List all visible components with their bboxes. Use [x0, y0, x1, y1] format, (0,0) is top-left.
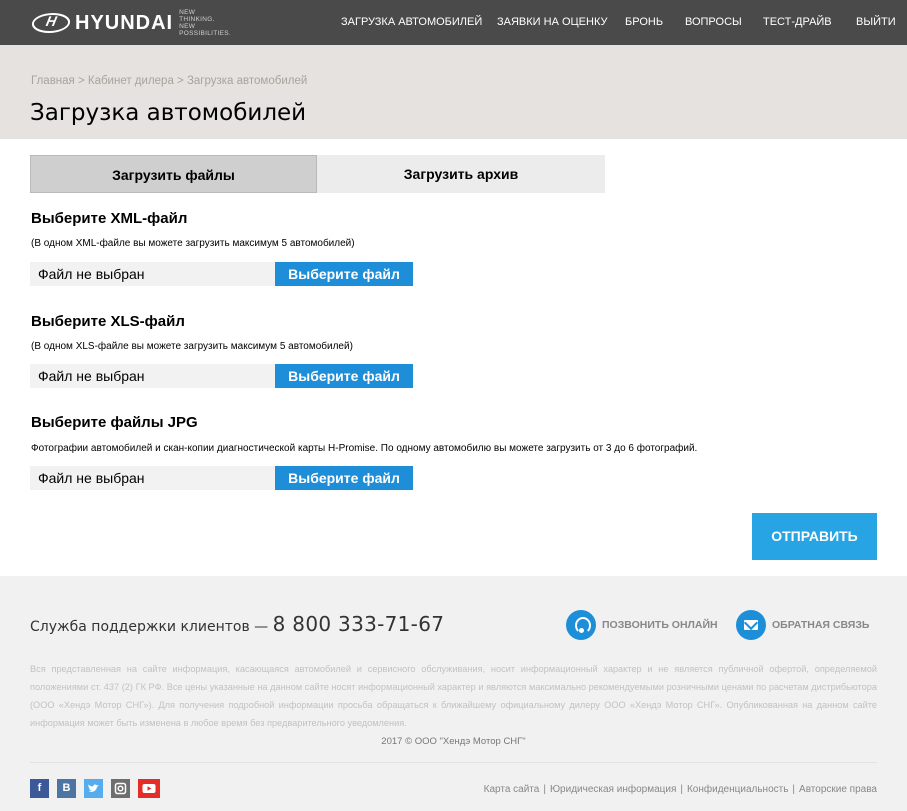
xls-choose-file-button[interactable]: Выберите файл: [275, 364, 413, 388]
breadcrumb[interactable]: Главная > Кабинет дилера > Загрузка авто…: [31, 75, 307, 87]
feedback-label: ОБРАТНАЯ СВЯЗЬ: [772, 619, 870, 631]
page-title: Загрузка автомобилей: [30, 100, 307, 126]
logo-tagline: NEW THINKING. NEW POSSIBILITIES.: [179, 9, 232, 37]
support-label: Служба поддержки клиентов —: [30, 619, 273, 635]
hyundai-logo[interactable]: HYUNDAI NEW THINKING. NEW POSSIBILITIES.: [29, 9, 232, 37]
footer-divider: [30, 762, 877, 763]
nav-questions[interactable]: ВОПРОСЫ: [685, 0, 742, 45]
copyright: 2017 © ООО "Хендэ Мотор СНГ": [381, 736, 526, 747]
jpg-file-status: Файл не выбран: [30, 466, 275, 490]
support-phone[interactable]: 8 800 333-71-67: [273, 612, 445, 636]
legal-disclaimer: Вся представленная на сайте информация, …: [30, 664, 877, 728]
call-online-button[interactable]: ПОЗВОНИТЬ ОНЛАЙН: [566, 610, 718, 640]
xls-file-status: Файл не выбран: [30, 364, 275, 388]
link-separator: |: [543, 784, 546, 795]
footer-links: Карта сайта | Юридическая информация | Конфи…: [484, 784, 877, 795]
jpg-section-title: Выберите файлы JPG: [31, 414, 198, 431]
top-nav-bar: HYUNDAI NEW THINKING. NEW POSSIBILITIES.…: [0, 0, 907, 45]
xml-section-title: Выберите XML-файл: [31, 210, 188, 227]
nav-reservations[interactable]: БРОНЬ: [625, 0, 663, 45]
envelope-icon: [736, 610, 766, 640]
xml-file-status: Файл не выбран: [30, 262, 275, 286]
nav-test-drive[interactable]: ТЕСТ-ДРАЙВ: [763, 0, 832, 45]
tab-upload-files[interactable]: Загрузить файлы: [30, 155, 317, 193]
submit-button[interactable]: ОТПРАВИТЬ: [752, 513, 877, 560]
link-legal-info[interactable]: Юридическая информация: [550, 784, 676, 795]
nav-logout[interactable]: ВЫЙТИ: [856, 0, 896, 45]
nav-upload-cars[interactable]: ЗАГРУЗКА АВТОМОБИЛЕЙ: [341, 0, 482, 45]
link-sitemap[interactable]: Карта сайта: [484, 784, 540, 795]
headset-icon: [566, 610, 596, 640]
instagram-icon[interactable]: [111, 779, 130, 798]
xls-section-note: (В одном XLS-файле вы можете загрузить м…: [31, 341, 353, 352]
link-separator: |: [792, 784, 796, 795]
youtube-icon[interactable]: [138, 779, 160, 798]
logo-wordmark: HYUNDAI: [75, 11, 174, 34]
call-online-label: ПОЗВОНИТЬ ОНЛАЙН: [602, 619, 718, 631]
feedback-button[interactable]: ОБРАТНАЯ СВЯЗЬ: [736, 610, 869, 640]
facebook-icon[interactable]: f: [30, 779, 49, 798]
twitter-icon[interactable]: [84, 779, 103, 798]
tab-upload-archive[interactable]: Загрузить архив: [317, 155, 605, 193]
hyundai-emblem-icon: [29, 13, 73, 33]
xml-section-note: (В одном XML-файле вы можете загрузить м…: [31, 238, 355, 249]
link-copyright[interactable]: Авторские права: [799, 784, 877, 795]
nav-evaluation-requests[interactable]: ЗАЯВКИ НА ОЦЕНКУ: [497, 0, 607, 45]
jpg-section-note: Фотографии автомобилей и скан-копии диаг…: [31, 443, 698, 454]
jpg-choose-file-button[interactable]: Выберите файл: [275, 466, 413, 490]
xls-section-title: Выберите XLS-файл: [31, 313, 185, 330]
vk-icon[interactable]: B: [57, 779, 76, 798]
link-separator: |: [680, 784, 683, 795]
xml-choose-file-button[interactable]: Выберите файл: [275, 262, 413, 286]
link-privacy[interactable]: Конфиденциальность: [687, 784, 788, 795]
support-line: Служба поддержки клиентов — 8 800 333-71…: [30, 612, 444, 636]
